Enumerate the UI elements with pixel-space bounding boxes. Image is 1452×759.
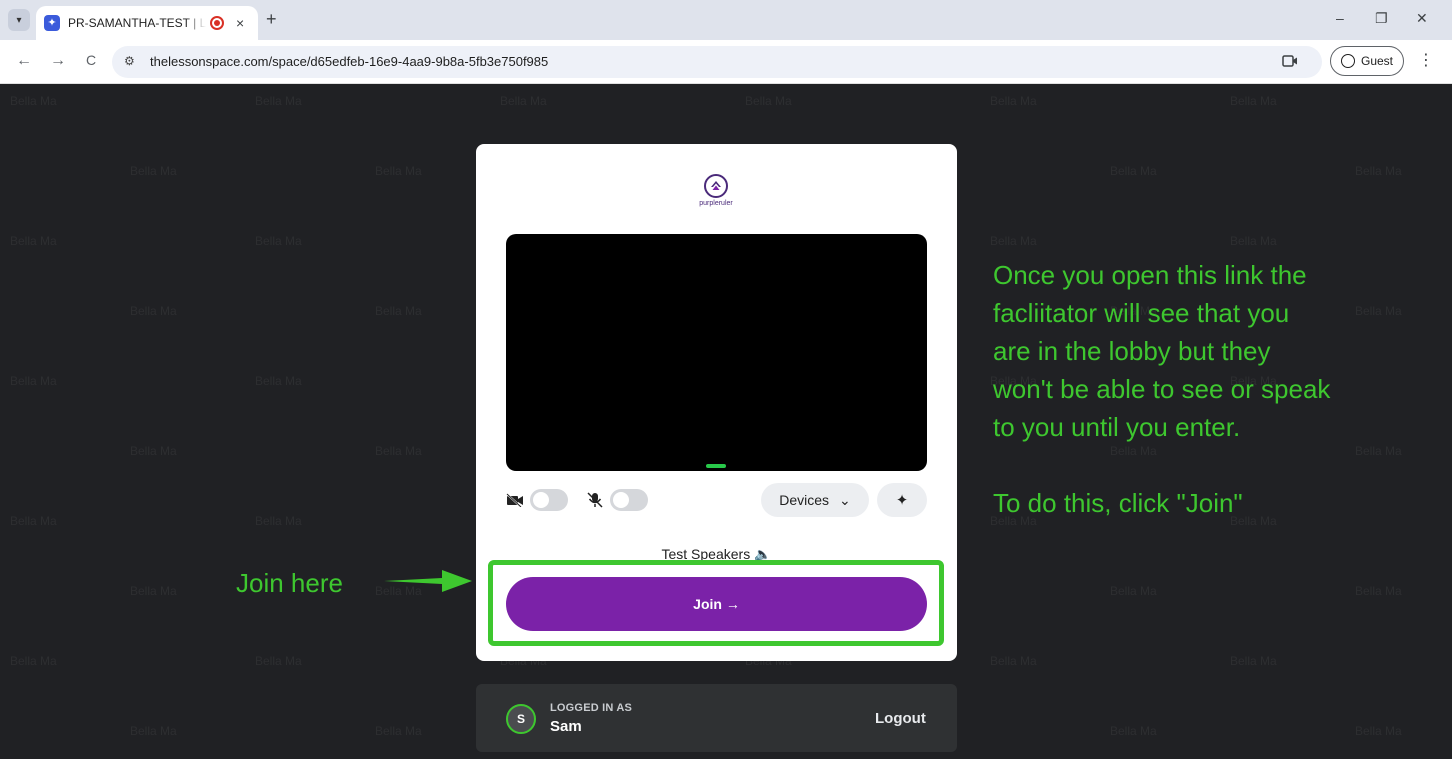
logged-in-label: LOGGED IN AS [550,702,633,714]
browser-tab-active[interactable]: ✦ PR-SAMANTHA-TEST | Lessonspace × [36,6,258,40]
avatar: S [506,704,536,734]
watermark-text: Bella Ma [745,94,792,108]
logo-text: purpleruler [699,200,733,207]
camera-in-use-icon[interactable] [1282,54,1298,68]
tab-title: PR-SAMANTHA-TEST | Lessonspace [68,16,206,30]
lessonspace-favicon-icon: ✦ [44,15,60,31]
watermark-text: Bella Ma [10,234,57,248]
microphone-toggle[interactable] [586,489,648,511]
camera-preview [506,234,927,471]
browser-menu-icon[interactable]: ⋮ [1418,50,1434,70]
reload-icon[interactable]: C [86,52,96,68]
site-settings-icon[interactable]: ⚙ [124,54,135,68]
watermark-text: Bella Ma [990,94,1037,108]
camera-toggle[interactable] [506,489,568,511]
camera-off-icon [506,493,523,507]
watermark-text: Bella Ma [990,654,1037,668]
instructions-annotation: Once you open this link the facliitator … [993,256,1413,522]
camera-switch[interactable] [530,489,568,511]
window-close-icon[interactable]: ✕ [1416,10,1428,27]
watermark-text: Bella Ma [375,444,422,458]
watermark-text: Bella Ma [500,94,547,108]
recording-indicator-icon [210,16,224,30]
watermark-text: Bella Ma [1230,94,1277,108]
watermark-text: Bella Ma [1110,164,1157,178]
profile-guest-button[interactable]: Guest [1330,46,1404,76]
watermark-text: Bella Ma [255,234,302,248]
watermark-text: Bella Ma [10,514,57,528]
instruction-spacer [993,446,1413,484]
watermark-text: Bella Ma [130,444,177,458]
instruction-line: are in the lobby but they [993,336,1271,366]
watermark-text: Bella Ma [255,374,302,388]
arrow-right-icon [384,570,472,592]
purpleruler-logo-icon [704,174,728,198]
instruction-line: won't be able to see or speak [993,374,1331,404]
watermark-text: Bella Ma [130,584,177,598]
instruction-line: to you until you enter. [993,412,1241,442]
instruction-cta: To do this, click "Join" [993,488,1243,518]
new-tab-icon[interactable]: + [266,9,277,30]
preview-handle[interactable] [706,464,726,468]
window-minimize-icon[interactable]: – [1336,10,1344,26]
watermark-text: Bella Ma [1355,584,1402,598]
watermark-text: Bella Ma [130,304,177,318]
browser-toolbar: ← → C ⚙ thelessonspace.com/space/d65edfe… [0,40,1452,84]
devices-button[interactable]: Devices ⌄ [761,483,869,517]
watermark-text: Bella Ma [375,304,422,318]
profile-label: Guest [1360,54,1393,68]
watermark-text: Bella Ma [375,724,422,738]
watermark-text: Bella Ma [10,654,57,668]
watermark-text: Bella Ma [130,164,177,178]
logged-in-name: Sam [550,718,582,735]
microphone-off-icon [587,492,603,508]
url-text[interactable]: thelessonspace.com/space/d65edfeb-16e9-4… [150,54,548,69]
forward-arrow-icon[interactable]: → [50,52,66,70]
watermark-text: Bella Ma [10,94,57,108]
join-highlight-box [488,560,944,646]
sparkle-icon: ✦ [895,492,909,509]
watermark-text: Bella Ma [10,374,57,388]
effects-button[interactable]: ✦ [877,483,927,517]
watermark-text: Bella Ma [1230,654,1277,668]
watermark-text: Bella Ma [255,94,302,108]
chevron-down-icon: ⌄ [839,491,851,508]
window-restore-icon[interactable]: ❐ [1375,10,1388,27]
watermark-text: Bella Ma [990,234,1037,248]
profile-icon [1340,54,1355,68]
watermark-text: Bella Ma [375,164,422,178]
tab-close-icon[interactable]: × [236,15,244,31]
instruction-line: facliitator will see that you [993,298,1290,328]
microphone-switch[interactable] [610,489,648,511]
watermark-text: Bella Ma [255,654,302,668]
watermark-text: Bella Ma [1110,584,1157,598]
watermark-text: Bella Ma [1110,724,1157,738]
address-bar[interactable]: ⚙ thelessonspace.com/space/d65edfeb-16e9… [112,46,1322,78]
logout-button[interactable]: Logout [875,710,926,727]
instruction-line: Once you open this link the [993,260,1307,290]
watermark-text: Bella Ma [130,724,177,738]
watermark-text: Bella Ma [1355,724,1402,738]
back-arrow-icon[interactable]: ← [16,52,32,70]
purpleruler-logo: purpleruler [694,174,738,218]
watermark-text: Bella Ma [1355,164,1402,178]
media-controls: Devices ⌄ ✦ [506,483,927,519]
join-here-annotation: Join here [236,568,343,598]
tab-search-chevron-icon[interactable]: ▾ [8,9,30,31]
watermark-text: Bella Ma [1230,234,1277,248]
browser-tab-bar: ▾ ✦ PR-SAMANTHA-TEST | Lessonspace × + –… [0,0,1452,40]
watermark-text: Bella Ma [255,514,302,528]
logged-in-bar: S LOGGED IN AS Sam Logout [476,684,957,752]
lesson-lobby-page: Bella Ma Bella Ma Bella Ma Bella Ma Bella Ma… [0,84,1452,759]
devices-label: Devices [779,492,830,508]
